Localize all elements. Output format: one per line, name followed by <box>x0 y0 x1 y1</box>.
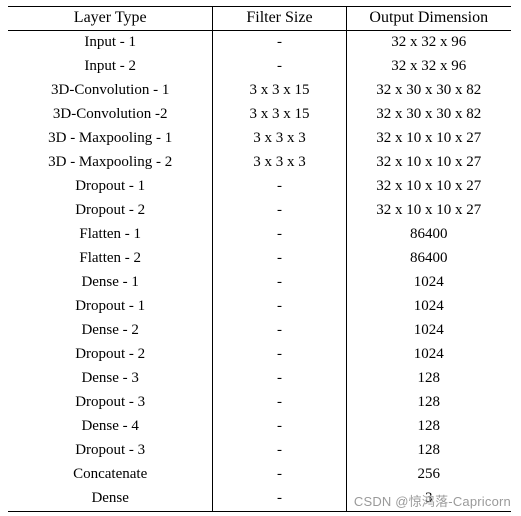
cell-output-dimension: 256 <box>417 466 441 482</box>
cell-output-dimension: 32 x 10 x 10 x 27 <box>376 202 482 218</box>
table-row: Input - 1- 32 x 32 x 96 <box>8 30 511 55</box>
cell-layer-type: Input - 1 <box>8 30 214 55</box>
table-row: 3D - Maxpooling - 23 x 3 x 3 32 x 10 x 10… <box>8 151 511 175</box>
cell-layer-type: Dense - 3 <box>8 367 214 391</box>
cell-layer-type: Dense - 2 <box>8 319 214 343</box>
cell-layer-type: 3D - Maxpooling - 1 <box>8 127 214 151</box>
table-row: Dense - 4- 128 <box>8 415 511 439</box>
table-row: Concatenate - 256 <box>8 463 511 487</box>
table-header: Layer Type Filter Size Output Dimension <box>8 6 511 31</box>
cell-layer-type: Dropout - 3 <box>8 439 214 463</box>
table-row: Flatten - 1- 86400 <box>8 223 511 247</box>
cell-output-dimension: 32 x 10 x 10 x 27 <box>376 178 482 194</box>
cell-filter-size: - <box>212 175 347 199</box>
cell-output-dimension: 32 x 30 x 30 x 82 <box>376 82 482 98</box>
cell-filter-size: - <box>212 367 347 391</box>
watermark-text: CSDN @惊鸿落-Capricorn <box>353 494 511 509</box>
cell-filter-size: - <box>212 319 347 343</box>
cell-output-dimension: 128 <box>417 442 441 458</box>
cell-layer-type: Input - 2 <box>8 55 214 79</box>
column-header-layer-type: Layer Type <box>8 6 214 31</box>
cell-layer-type: Flatten - 2 <box>8 247 214 271</box>
cell-filter-size: - <box>212 223 347 247</box>
cell-filter-size: - <box>212 295 347 319</box>
table-row: 3D-Convolution - 13 x 3 x 15 32 x 30 x 30… <box>8 79 511 103</box>
table-row: 3D-Convolution -2 3 x 3 x 15 32 x 30 x 30 … <box>8 103 511 127</box>
cell-layer-type: Dropout - 2 <box>8 343 214 367</box>
cell-filter-size: - <box>212 343 347 367</box>
cell-layer-type: Dropout - 1 <box>8 295 214 319</box>
column-header-output-dimension: Output Dimension <box>346 6 511 31</box>
cell-filter-size: - <box>212 271 347 295</box>
cell-layer-type: Dropout - 1 <box>8 175 214 199</box>
cell-filter-size: - <box>212 439 347 463</box>
cell-filter-size: - <box>212 30 347 55</box>
cell-layer-type: 3D-Convolution -2 <box>8 103 214 127</box>
cell-output-dimension: 128 <box>417 418 441 434</box>
network-architecture-table: Layer Type Filter Size Output Dimension … <box>8 6 511 512</box>
cell-layer-type: Dropout - 3 <box>8 391 214 415</box>
cell-layer-type: 3D - Maxpooling - 2 <box>8 151 214 175</box>
cell-output-dimension: 86400 <box>410 226 448 242</box>
cell-filter-size: - <box>212 415 347 439</box>
cell-output-dimension: 32 x 32 x 96 <box>391 58 467 74</box>
cell-layer-type: Concatenate <box>8 463 214 487</box>
cell-output-dimension: 32 x 10 x 10 x 27 <box>376 154 482 170</box>
table-row: Dropout - 1- 1024 <box>8 295 511 319</box>
cell-filter-size: - <box>212 487 347 512</box>
table-row: Dropout - 3- 128 <box>8 439 511 463</box>
cell-output-dimension: 1024 <box>413 298 444 314</box>
table-row: Flatten - 2- 86400 <box>8 247 511 271</box>
cell-layer-type: Flatten - 1 <box>8 223 214 247</box>
cell-output-dimension: 128 <box>417 370 441 386</box>
cell-filter-size: - <box>212 55 347 79</box>
table-row: 3D - Maxpooling - 13 x 3 x 3 32 x 10 x 10… <box>8 127 511 151</box>
table-row: Dropout - 2- 32 x 10 x 10 x 27 <box>8 199 511 223</box>
cell-output-dimension: 86400 <box>410 250 448 266</box>
table-header-row: Layer Type Filter Size Output Dimension <box>8 6 511 31</box>
cell-filter-size: - <box>212 391 347 415</box>
cell-layer-type: 3D-Convolution - 1 <box>8 79 214 103</box>
cell-filter-size: 3 x 3 x 3 <box>212 151 347 175</box>
cell-layer-type: Dense <box>8 487 214 512</box>
cell-filter-size: - <box>212 463 347 487</box>
cell-output-dimension: 32 x 10 x 10 x 27 <box>376 130 482 146</box>
cell-output-dimension: 1024 <box>413 274 444 290</box>
cell-output-dimension: 1024 <box>413 322 444 338</box>
table-body: Input - 1-32 x 32 x 96 Input - 2-32 x 32 … <box>8 30 511 512</box>
cell-layer-type: Dense - 1 <box>8 271 214 295</box>
cell-output-dimension: 128 <box>417 394 441 410</box>
cell-layer-type: Dropout - 2 <box>8 199 214 223</box>
cell-layer-type: Dense - 4 <box>8 415 214 439</box>
network-architecture-table-container: Layer Type Filter Size Output Dimension … <box>8 6 511 512</box>
column-header-filter-size: Filter Size <box>212 6 347 31</box>
table-row: Dropout - 2- 1024 <box>8 343 511 367</box>
cell-output-dimension: 1024 <box>413 346 444 362</box>
cell-filter-size: 3 x 3 x 15 <box>212 103 347 127</box>
table-row: Dense - 2- 1024 <box>8 319 511 343</box>
cell-filter-size: - <box>212 199 347 223</box>
table-row: Dropout - 1- 32 x 10 x 10 x 27 <box>8 175 511 199</box>
table-row: Dense - 1- 1024 <box>8 271 511 295</box>
table-row: Dense - 3- 128 <box>8 367 511 391</box>
cell-output-dimension: 32 x 32 x 96 <box>391 34 467 50</box>
cell-filter-size: 3 x 3 x 3 <box>212 127 347 151</box>
cell-output-dimension: 32 x 30 x 30 x 82 <box>376 106 482 122</box>
table-row: Dropout - 3- 128 <box>8 391 511 415</box>
cell-filter-size: - <box>212 247 347 271</box>
cell-filter-size: 3 x 3 x 15 <box>212 79 347 103</box>
table-row: Input - 2- 32 x 32 x 96 <box>8 55 511 79</box>
